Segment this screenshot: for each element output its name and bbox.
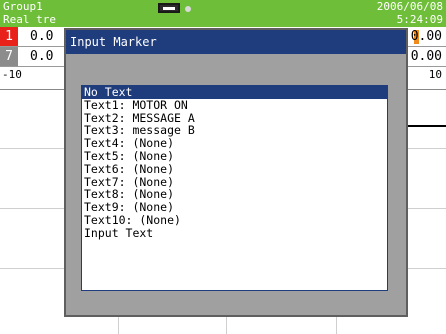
channel-value: 0.0 [30, 49, 54, 64]
list-item-text10[interactable]: Text10: (None) [82, 214, 387, 227]
list-item-input-text[interactable]: Input Text [82, 226, 387, 240]
group-name: Group1 [3, 0, 43, 13]
list-item-text6[interactable]: Text6: (None) [82, 162, 387, 176]
date: 2006/06/08 [376, 0, 443, 13]
channel-number: 7 [0, 47, 18, 66]
marker-text-list[interactable]: No Text Text1: MOTOR ON Text2: MESSAGE A… [81, 85, 388, 291]
dialog-title: Input Marker [66, 30, 406, 54]
channel-number: 1 [0, 27, 18, 46]
list-item-text1[interactable]: Text1: MOTOR ON [82, 98, 387, 112]
status-bar: Group1 Real tre 2006/06/08 5:24:09 [0, 0, 446, 27]
list-item-text5[interactable]: Text5: (None) [82, 150, 387, 163]
scale-min: -10 [2, 68, 22, 81]
status-indicator-icon [185, 6, 191, 12]
channel-right-value: 0.00 [410, 29, 442, 44]
memory-icon [158, 3, 180, 13]
list-item-no-text[interactable]: No Text [82, 86, 387, 99]
channel-value: 0.0 [30, 29, 54, 44]
scale-max: 10 [428, 68, 442, 81]
channel-right-value: 0.00 [410, 49, 442, 64]
display-mode: Real tre [3, 13, 56, 26]
input-marker-dialog: Input Marker No Text Text1: MOTOR ON Tex… [64, 28, 408, 317]
time: 5:24:09 [396, 13, 443, 26]
